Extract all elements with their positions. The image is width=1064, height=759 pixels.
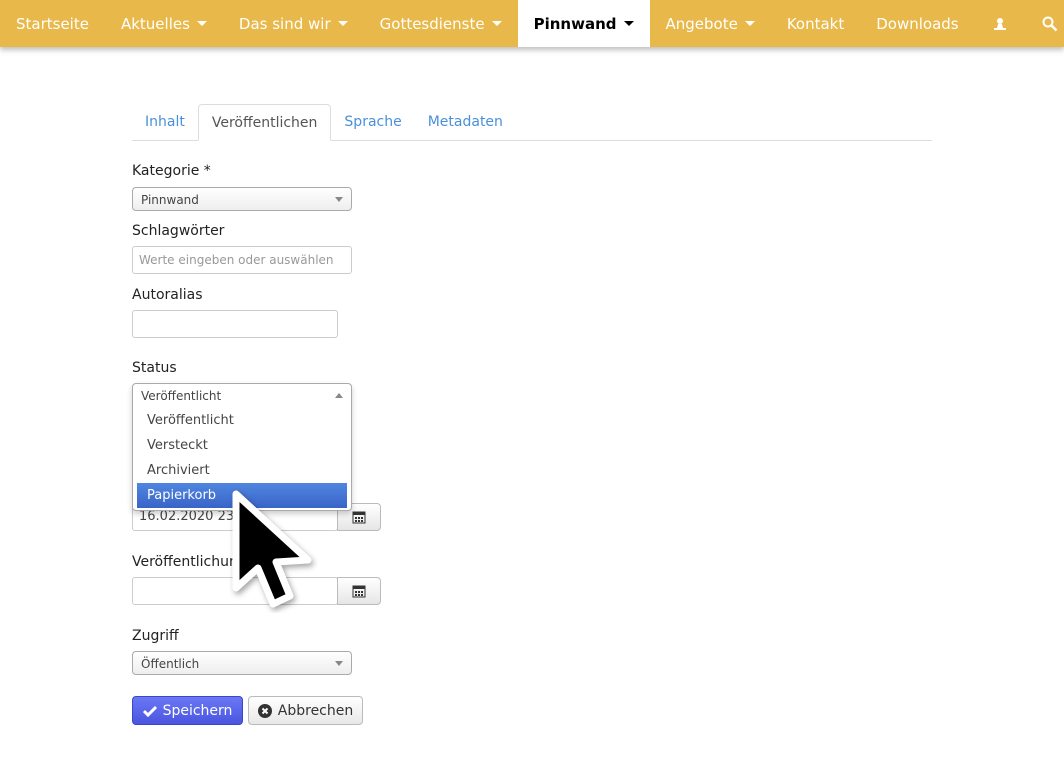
caret-down-icon — [491, 21, 502, 26]
nav-item-startseite[interactable]: Startseite — [0, 0, 105, 47]
access-value: Öffentlich — [141, 657, 200, 671]
status-value: Veröffentlicht — [141, 389, 222, 403]
nav-item-label: Angebote — [665, 14, 738, 33]
main-nav: Startseite Aktuelles Das sind wir Gottesdie… — [0, 0, 1064, 47]
tab-metadaten[interactable]: Metadaten — [415, 104, 516, 140]
chevron-down-icon — [335, 197, 343, 202]
caret-down-icon — [744, 21, 755, 26]
access-label: Zugriff — [132, 628, 179, 644]
status-option[interactable]: Versteckt — [137, 433, 347, 458]
check-icon — [142, 705, 157, 717]
category-select[interactable]: Pinnwand — [132, 187, 352, 211]
nav-item-label: Pinnwand — [533, 14, 617, 33]
alias-label: Autoralias — [132, 287, 203, 303]
chevron-up-icon — [335, 393, 343, 398]
caret-down-icon — [623, 21, 634, 26]
access-select[interactable]: Öffentlich — [132, 651, 352, 675]
status-label: Status — [132, 360, 177, 376]
mouse-cursor-icon — [232, 490, 312, 608]
nav-item-label: Startseite — [16, 14, 89, 33]
status-select[interactable]: Veröffentlicht — [133, 384, 351, 408]
nav-item-pinnwand[interactable]: Pinnwand — [517, 0, 650, 47]
save-label: Speichern — [162, 702, 233, 719]
category-label: Kategorie * — [132, 163, 211, 179]
nav-item-gottesdienste[interactable]: Gottesdienste — [364, 0, 518, 47]
tab-veroeffentlichen[interactable]: Veröffentlichen — [197, 104, 332, 141]
caret-down-icon — [196, 21, 207, 26]
calendar-icon — [352, 585, 366, 598]
status-option[interactable]: Veröffentlicht — [137, 408, 347, 433]
nav-item-label: Aktuelles — [120, 14, 190, 33]
nav-item-das-sind-wir[interactable]: Das sind wir — [223, 0, 364, 47]
nav-item-label: Gottesdienste — [379, 14, 485, 33]
cancel-label: Abbrechen — [277, 702, 354, 719]
tab-bar: Inhalt Veröffentlichen Sprache Metadaten — [132, 104, 932, 141]
nav-item-downloads[interactable]: Downloads — [860, 0, 974, 47]
calendar-icon — [352, 511, 366, 524]
tab-sprache[interactable]: Sprache — [331, 104, 414, 140]
caret-down-icon — [337, 21, 348, 26]
nav-item-label: Kontakt — [786, 14, 845, 33]
calendar-button[interactable] — [337, 577, 381, 605]
tab-inhalt[interactable]: Inhalt — [132, 104, 198, 140]
search-icon[interactable] — [1025, 0, 1064, 47]
alias-input[interactable] — [132, 310, 338, 338]
nav-item-aktuelles[interactable]: Aktuelles — [105, 0, 223, 47]
category-value: Pinnwand — [141, 193, 199, 207]
status-option[interactable]: Archiviert — [137, 458, 347, 483]
nav-item-angebote[interactable]: Angebote — [650, 0, 771, 47]
save-button[interactable]: Speichern — [132, 696, 243, 725]
tags-label: Schlagwörter — [132, 223, 225, 239]
cancel-button[interactable]: Abbrechen — [248, 696, 363, 725]
nav-item-label: Downloads — [876, 14, 959, 33]
nav-item-kontakt[interactable]: Kontakt — [771, 0, 860, 47]
user-icon[interactable] — [975, 0, 1025, 47]
nav-item-label: Das sind wir — [238, 14, 331, 33]
chevron-down-icon — [335, 661, 343, 666]
close-circle-icon — [257, 703, 272, 718]
tags-input[interactable]: Werte eingeben oder auswählen — [132, 246, 352, 274]
